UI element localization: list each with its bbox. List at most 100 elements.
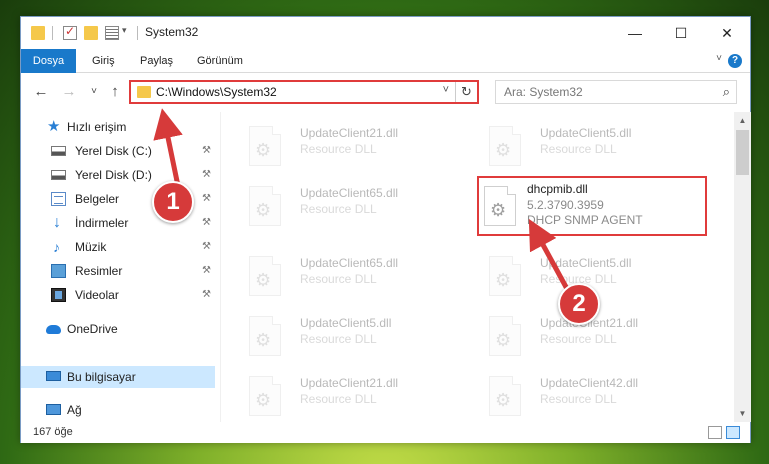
sidebar-item-this-pc[interactable]: Bu bilgisayar xyxy=(21,366,215,388)
dll-file-icon xyxy=(249,316,281,356)
file-name: dhcpmib.dll xyxy=(527,182,588,196)
recent-locations-button[interactable]: ˅ xyxy=(84,82,104,102)
file-tile-dhcpmib[interactable]: dhcpmib.dll 5.2.3790.3959 DHCP SNMP AGEN… xyxy=(477,176,707,236)
onedrive-icon xyxy=(46,325,61,334)
network-icon xyxy=(46,404,61,415)
file-name: UpdateClient5.dll xyxy=(540,256,632,270)
sidebar-item-label: Yerel Disk (C:) xyxy=(75,144,152,158)
music-icon: ♪ xyxy=(53,239,60,255)
pin-icon[interactable]: ⚒ xyxy=(202,140,211,162)
file-description: Resource DLL xyxy=(300,392,377,406)
pin-icon[interactable]: ⚒ xyxy=(202,260,211,282)
refresh-icon[interactable]: ↻ xyxy=(455,82,477,102)
drive-icon xyxy=(51,146,66,156)
file-description: Resource DLL xyxy=(300,272,377,286)
tab-file[interactable]: Dosya xyxy=(21,49,76,73)
explorer-window: ▾ System32 — ☐ ✕ Dosya Giriş Paylaş Görü… xyxy=(20,16,751,443)
search-placeholder: Ara: System32 xyxy=(504,85,583,99)
help-icon[interactable]: ? xyxy=(728,54,742,68)
scroll-up-icon[interactable]: ▲ xyxy=(734,112,751,129)
pin-icon[interactable]: ⚒ xyxy=(202,212,211,234)
scroll-down-icon[interactable]: ▼ xyxy=(734,405,751,422)
pin-icon[interactable]: ⚒ xyxy=(202,164,211,186)
ribbon-expand-icon[interactable]: ˅ xyxy=(716,53,722,64)
file-description: DHCP SNMP AGENT xyxy=(527,213,643,227)
file-name: UpdateClient5.dll xyxy=(540,126,632,140)
quick-access-dropdown-icon[interactable]: ▾ xyxy=(122,25,127,36)
customize-icon[interactable] xyxy=(105,26,119,40)
dll-file-icon xyxy=(489,256,521,296)
back-button[interactable]: ← xyxy=(31,82,51,102)
forward-button[interactable]: → xyxy=(59,82,79,102)
file-tile[interactable]: UpdateClient21.dll Resource DLL xyxy=(234,118,474,174)
file-description: Resource DLL xyxy=(540,142,617,156)
address-path[interactable]: C:\Windows\System32 xyxy=(156,85,277,99)
file-tile[interactable]: UpdateClient5.dll Resource DLL xyxy=(234,308,474,364)
dll-file-icon xyxy=(489,316,521,356)
file-tile[interactable]: UpdateClient65.dll Resource DLL xyxy=(234,178,474,234)
dll-file-icon xyxy=(249,186,281,226)
quick-access-separator xyxy=(52,26,53,40)
address-bar[interactable]: C:\Windows\System32 ˅ ↻ xyxy=(129,80,479,104)
title-separator xyxy=(137,26,138,40)
file-name: UpdateClient65.dll xyxy=(300,186,399,200)
sidebar-item-videos[interactable]: Videolar ⚒ xyxy=(21,284,215,306)
close-button[interactable]: ✕ xyxy=(704,17,750,49)
tiles-view-icon[interactable] xyxy=(726,426,740,439)
file-name: UpdateClient21.dll xyxy=(300,376,399,390)
dll-file-icon xyxy=(489,126,521,166)
sidebar-item-label: Bu bilgisayar xyxy=(67,370,136,384)
navigation-bar: ← → ˅ ↑ C:\Windows\System32 ˅ ↻ Ara: Sys… xyxy=(21,74,750,112)
pin-icon[interactable]: ⚒ xyxy=(202,284,211,306)
file-list: UpdateClient21.dll Resource DLL UpdateCl… xyxy=(222,112,734,422)
address-dropdown-icon[interactable]: ˅ xyxy=(443,84,449,96)
sidebar-item-label: Ağ xyxy=(67,403,82,417)
dll-file-icon xyxy=(484,186,516,226)
tab-view[interactable]: Görünüm xyxy=(197,49,243,73)
ribbon-tabs: Dosya Giriş Paylaş Görünüm ˅ ? xyxy=(21,49,750,73)
sidebar-item-network[interactable]: Ağ xyxy=(21,399,215,421)
pin-icon[interactable]: ⚒ xyxy=(202,188,211,210)
window-title: System32 xyxy=(145,25,199,39)
search-input[interactable]: Ara: System32 ⌕ xyxy=(495,80,737,104)
file-description: Resource DLL xyxy=(300,332,377,346)
tab-home[interactable]: Giriş xyxy=(92,49,115,73)
file-tile[interactable]: UpdateClient65.dll Resource DLL xyxy=(234,248,474,304)
sidebar-item-onedrive[interactable]: OneDrive xyxy=(21,318,215,340)
scroll-thumb[interactable] xyxy=(736,130,749,175)
sidebar-item-pictures[interactable]: Resimler ⚒ xyxy=(21,260,215,282)
navigation-pane: ★ Hızlı erişim Yerel Disk (C:) ⚒ Yerel D… xyxy=(21,112,221,422)
file-name: UpdateClient42.dll xyxy=(540,376,639,390)
sidebar-item-label: Videolar xyxy=(75,288,119,302)
documents-icon xyxy=(51,192,66,206)
downloads-icon: ↓ xyxy=(53,214,61,231)
sidebar-item-local-disk-c[interactable]: Yerel Disk (C:) ⚒ xyxy=(21,140,215,162)
file-tile[interactable]: UpdateClient42.dll Resource DLL xyxy=(474,368,714,422)
sidebar-item-local-disk-d[interactable]: Yerel Disk (D:) ⚒ xyxy=(21,164,215,186)
sidebar-item-label: OneDrive xyxy=(67,322,118,336)
details-view-icon[interactable] xyxy=(708,426,722,439)
dll-file-icon xyxy=(249,376,281,416)
file-tile[interactable]: UpdateClient5.dll Resource DLL xyxy=(474,118,714,174)
new-folder-icon[interactable] xyxy=(84,26,98,40)
title-bar: ▾ System32 — ☐ ✕ xyxy=(21,17,750,49)
up-button[interactable]: ↑ xyxy=(105,82,125,102)
drive-icon xyxy=(51,170,66,180)
search-icon[interactable]: ⌕ xyxy=(723,84,730,100)
minimize-button[interactable]: — xyxy=(612,17,658,49)
tab-share[interactable]: Paylaş xyxy=(140,49,173,73)
properties-icon[interactable] xyxy=(63,24,77,40)
folder-icon xyxy=(31,26,45,40)
sidebar-item-quick-access[interactable]: ★ Hızlı erişim xyxy=(21,116,215,138)
file-tile[interactable]: UpdateClient21.dll Resource DLL xyxy=(234,368,474,422)
sidebar-item-label: Yerel Disk (D:) xyxy=(75,168,152,182)
vertical-scrollbar[interactable]: ▲ ▼ xyxy=(734,112,751,422)
sidebar-item-music[interactable]: ♪ Müzik ⚒ xyxy=(21,236,215,258)
file-description: Resource DLL xyxy=(540,332,617,346)
annotation-badge-2: 2 xyxy=(558,283,600,325)
maximize-button[interactable]: ☐ xyxy=(658,17,704,49)
status-bar: 167 öğe xyxy=(21,422,750,443)
file-version: 5.2.3790.3959 xyxy=(527,198,604,212)
pin-icon[interactable]: ⚒ xyxy=(202,236,211,258)
dll-file-icon xyxy=(489,376,521,416)
